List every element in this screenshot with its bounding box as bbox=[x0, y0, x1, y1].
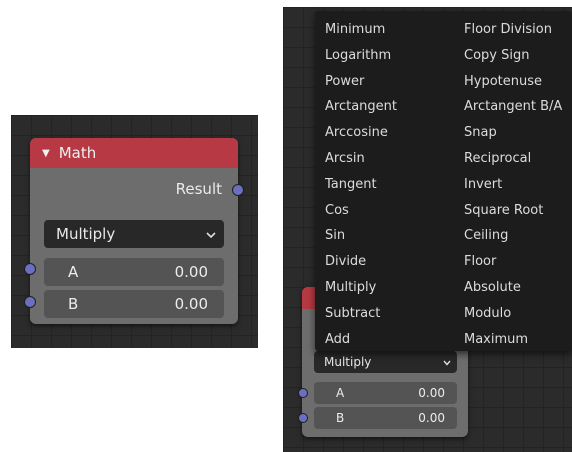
menu-item-cos[interactable]: Cos bbox=[325, 198, 397, 224]
menu-item-invert[interactable]: Invert bbox=[464, 172, 562, 198]
menu-item-floor-division[interactable]: Floor Division bbox=[464, 17, 562, 43]
menu-item-reciprocal[interactable]: Reciprocal bbox=[464, 146, 562, 172]
result-output: Result bbox=[30, 180, 238, 198]
operation-value: Multiply bbox=[56, 225, 116, 243]
menu-item-copy-sign[interactable]: Copy Sign bbox=[464, 43, 562, 69]
menu-item-hypotenuse[interactable]: Hypotenuse bbox=[464, 69, 562, 95]
menu-item-logarithm[interactable]: Logarithm bbox=[325, 43, 397, 69]
input-b-value-small: 0.00 bbox=[418, 411, 445, 425]
menu-item-absolute[interactable]: Absolute bbox=[464, 275, 562, 301]
menu-item-subtract[interactable]: Subtract bbox=[325, 301, 397, 327]
menu-column-left: Minimum Logarithm Power Arctangent Arcco… bbox=[325, 17, 397, 352]
menu-item-divide[interactable]: Divide bbox=[325, 249, 397, 275]
menu-item-power[interactable]: Power bbox=[325, 69, 397, 95]
input-b-socket[interactable] bbox=[24, 296, 36, 308]
node-title: Math bbox=[58, 144, 97, 162]
operation-dropdown-menu: Minimum Logarithm Power Arctangent Arcco… bbox=[315, 11, 572, 351]
menu-item-sin[interactable]: Sin bbox=[325, 223, 397, 249]
input-a-value-small: 0.00 bbox=[418, 386, 445, 400]
input-b-socket-small[interactable] bbox=[298, 413, 308, 423]
result-output-socket[interactable] bbox=[232, 184, 244, 196]
input-b-value: 0.00 bbox=[174, 295, 208, 313]
input-b-label: B bbox=[68, 295, 79, 313]
menu-item-arccosine[interactable]: Arccosine bbox=[325, 120, 397, 146]
input-b-field-small[interactable]: B 0.00 bbox=[314, 407, 457, 429]
operation-value-small: Multiply bbox=[324, 355, 372, 369]
menu-column-right: Floor Division Copy Sign Hypotenuse Arct… bbox=[464, 17, 562, 352]
menu-item-snap[interactable]: Snap bbox=[464, 120, 562, 146]
operation-select[interactable]: Multiply bbox=[44, 220, 224, 248]
input-b-field[interactable]: B 0.00 bbox=[44, 290, 224, 318]
chevron-down-icon bbox=[206, 225, 216, 243]
node-header[interactable]: ▼ Math bbox=[30, 138, 238, 168]
chevron-down-icon bbox=[443, 355, 451, 369]
input-a-label-small: A bbox=[336, 386, 345, 400]
menu-item-minimum[interactable]: Minimum bbox=[325, 17, 397, 43]
menu-item-square-root[interactable]: Square Root bbox=[464, 198, 562, 224]
input-a-socket[interactable] bbox=[24, 263, 36, 275]
menu-item-arctangent[interactable]: Arctangent bbox=[325, 94, 397, 120]
input-a-socket-small[interactable] bbox=[298, 388, 308, 398]
menu-item-tangent[interactable]: Tangent bbox=[325, 172, 397, 198]
math-node[interactable]: ▼ Math Result Multiply A 0.00 B 0.00 bbox=[30, 138, 238, 324]
input-a-label: A bbox=[68, 263, 79, 281]
menu-item-arcsin[interactable]: Arcsin bbox=[325, 146, 397, 172]
menu-item-maximum[interactable]: Maximum bbox=[464, 327, 562, 353]
input-b-label-small: B bbox=[336, 411, 345, 425]
input-a-value: 0.00 bbox=[174, 263, 208, 281]
result-label: Result bbox=[175, 180, 222, 198]
menu-item-floor[interactable]: Floor bbox=[464, 249, 562, 275]
menu-item-add[interactable]: Add bbox=[325, 327, 397, 353]
menu-item-ceiling[interactable]: Ceiling bbox=[464, 223, 562, 249]
collapse-triangle-icon[interactable]: ▼ bbox=[42, 148, 50, 159]
operation-select-small[interactable]: Multiply bbox=[314, 351, 457, 373]
menu-item-multiply[interactable]: Multiply bbox=[325, 275, 397, 301]
menu-item-arctangent-b-a[interactable]: Arctangent B/A bbox=[464, 94, 562, 120]
menu-item-modulo[interactable]: Modulo bbox=[464, 301, 562, 327]
input-a-field[interactable]: A 0.00 bbox=[44, 258, 224, 286]
input-a-field-small[interactable]: A 0.00 bbox=[314, 382, 457, 404]
